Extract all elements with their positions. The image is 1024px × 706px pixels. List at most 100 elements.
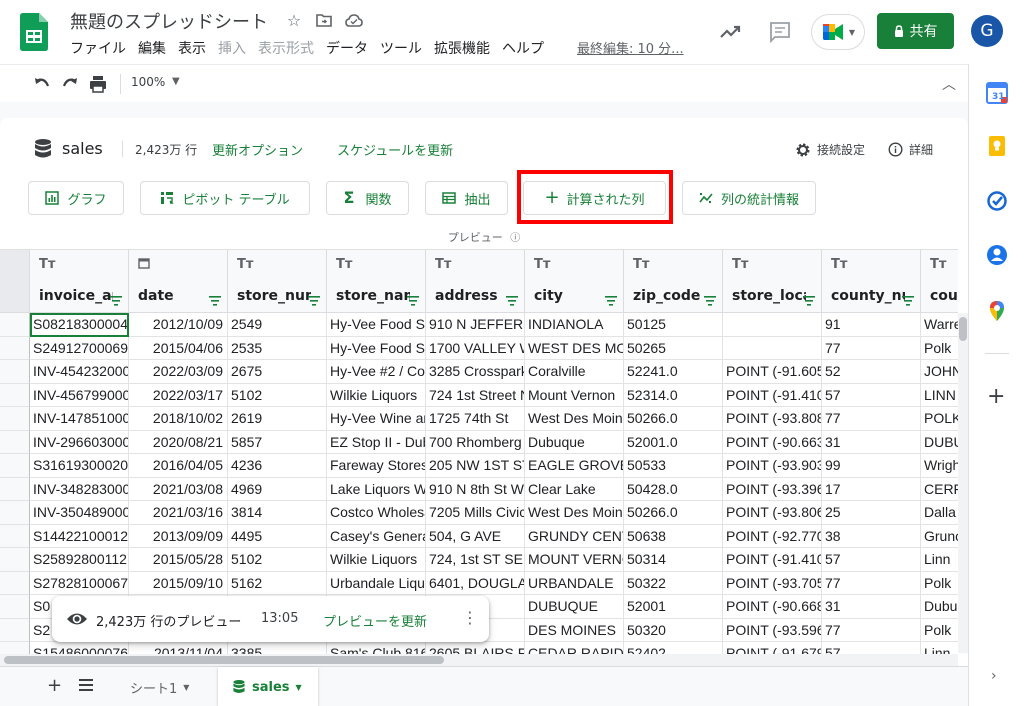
table-cell[interactable]: 2605 BLAIRS FE (426, 642, 525, 654)
table-cell[interactable]: 724 1st Street N (426, 383, 525, 407)
menu-data[interactable]: データ (326, 38, 368, 58)
filter-icon[interactable] (209, 291, 221, 306)
schedule-refresh-link[interactable]: スケジュールを更新 (337, 140, 453, 159)
star-icon[interactable]: ☆ (284, 10, 304, 30)
table-cell[interactable]: EZ Stop II - Dubu (327, 430, 426, 454)
undo-icon[interactable] (32, 74, 52, 94)
activity-dashboard-icon[interactable] (718, 20, 742, 44)
table-cell[interactable]: 2619 (228, 407, 327, 431)
table-cell[interactable]: POINT (-90.6634 (723, 430, 822, 454)
row-header[interactable] (0, 642, 30, 654)
menu-view[interactable]: 表示 (178, 38, 206, 58)
table-cell[interactable]: DUBUQUE (525, 595, 624, 619)
more-vert-icon[interactable]: ⋮ (462, 608, 478, 627)
row-header-corner[interactable] (0, 249, 30, 313)
vertical-scroll-thumb[interactable] (959, 317, 967, 341)
hide-side-panel-icon[interactable]: › (991, 668, 997, 684)
table-cell[interactable]: 205 NW 1ST ST (426, 454, 525, 478)
table-cell[interactable]: 77 (822, 618, 921, 642)
filter-icon[interactable] (506, 291, 518, 306)
table-cell[interactable]: POINT (-93.3966 (723, 477, 822, 501)
table-cell[interactable]: POINT (-91.6796 (723, 642, 822, 654)
move-folder-icon[interactable] (314, 10, 334, 30)
table-cell[interactable]: INV-1478510004 (30, 407, 129, 431)
table-cell[interactable]: Hy-Vee Wine and (327, 407, 426, 431)
table-cell[interactable]: POINT (-90.6681 (723, 595, 822, 619)
table-cell[interactable]: Warre (921, 313, 958, 337)
table-cell[interactable]: 910 N 8th St W (426, 477, 525, 501)
table-cell[interactable]: S15486000076 (30, 642, 129, 654)
share-button[interactable]: 共有 (877, 13, 954, 49)
table-cell[interactable]: 2675 (228, 360, 327, 384)
table-cell[interactable]: 57 (822, 642, 921, 654)
column-header-store-name[interactable]: Tт store_nam (327, 249, 426, 313)
table-cell[interactable]: JOHN (921, 360, 958, 384)
table-cell[interactable]: 77 (822, 571, 921, 595)
row-header[interactable] (0, 548, 30, 572)
sheets-logo-icon[interactable] (20, 13, 48, 51)
table-cell[interactable]: 5102 (228, 383, 327, 407)
table-cell[interactable]: 31 (822, 430, 921, 454)
table-cell[interactable]: 1725 74th St (426, 407, 525, 431)
table-cell[interactable]: S14422100012 (30, 524, 129, 548)
table-cell[interactable]: POINT (-93.7057 (723, 571, 822, 595)
row-header[interactable] (0, 571, 30, 595)
calendar-icon[interactable]: 31 (986, 82, 1008, 104)
table-cell[interactable]: 7205 Mills Civic (426, 501, 525, 525)
row-header[interactable] (0, 336, 30, 360)
row-header[interactable] (0, 524, 30, 548)
table-cell[interactable]: Polk (921, 619, 958, 642)
tasks-icon[interactable] (986, 190, 1008, 212)
table-cell[interactable]: West Des Moine (525, 407, 624, 431)
table-cell[interactable]: 50428.0 (624, 477, 723, 501)
table-cell[interactable]: Mount Vernon (525, 383, 624, 407)
account-avatar[interactable]: G (971, 15, 1003, 47)
table-cell[interactable]: 17 (822, 477, 921, 501)
table-cell[interactable]: 3814 (228, 501, 327, 525)
table-cell[interactable]: CERF (921, 478, 958, 501)
column-header-city[interactable]: Tт city (525, 249, 624, 313)
get-addons-icon[interactable]: + (987, 384, 1005, 409)
add-sheet-icon[interactable]: + (47, 675, 62, 696)
table-cell[interactable]: S08218300004 (30, 313, 129, 337)
table-cell[interactable]: WEST DES MOI (525, 336, 624, 360)
row-header[interactable] (0, 501, 30, 525)
redo-icon[interactable] (60, 74, 80, 94)
table-cell[interactable]: 99 (822, 454, 921, 478)
table-cell[interactable]: 724, 1st ST SE (426, 548, 525, 572)
table-cell[interactable]: 2022/03/09 (129, 360, 228, 384)
table-cell[interactable]: 4495 (228, 524, 327, 548)
table-cell[interactable]: 2013/11/04 (129, 642, 228, 654)
table-cell[interactable]: 50638 (624, 524, 723, 548)
print-icon[interactable] (88, 74, 108, 94)
table-cell[interactable]: Fareway Stores (327, 454, 426, 478)
table-cell[interactable]: 4236 (228, 454, 327, 478)
table-cell[interactable]: Costco Wholesal (327, 501, 426, 525)
table-cell[interactable]: DUBU (921, 431, 958, 454)
table-cell[interactable]: 6401, DOUGLAS (426, 571, 525, 595)
table-cell[interactable]: 50266.0 (624, 501, 723, 525)
table-cell[interactable]: 1700 VALLEY W (426, 336, 525, 360)
table-cell[interactable]: Linn (921, 548, 958, 572)
contacts-icon[interactable] (986, 244, 1008, 266)
table-cell[interactable]: 2016/04/05 (129, 454, 228, 478)
column-header-store-number[interactable]: Tт store_num (228, 249, 327, 313)
extract-button[interactable]: 抽出 (425, 181, 508, 215)
table-cell[interactable]: 2015/05/28 (129, 548, 228, 572)
table-cell[interactable]: Hy-Vee #2 / Cora (327, 360, 426, 384)
table-cell[interactable]: Polk (921, 337, 958, 360)
table-cell[interactable]: LINN (921, 384, 958, 407)
table-cell[interactable]: Wilkie Liquors (327, 383, 426, 407)
table-cell[interactable]: 50125 (624, 313, 723, 337)
table-cell[interactable]: 5162 (228, 571, 327, 595)
table-cell[interactable]: Clear Lake (525, 477, 624, 501)
table-cell[interactable]: 50266.0 (624, 407, 723, 431)
details-button[interactable]: 詳細 (888, 141, 933, 158)
column-stats-button[interactable]: 列の統計情報 (682, 181, 816, 215)
table-cell[interactable]: INDIANOLA (525, 313, 624, 337)
table-cell[interactable]: 77 (822, 407, 921, 431)
row-header[interactable] (0, 383, 30, 407)
table-cell[interactable]: Grunc (921, 525, 958, 548)
table-cell[interactable]: 50322 (624, 571, 723, 595)
table-cell[interactable]: POINT (-92.7704 (723, 524, 822, 548)
